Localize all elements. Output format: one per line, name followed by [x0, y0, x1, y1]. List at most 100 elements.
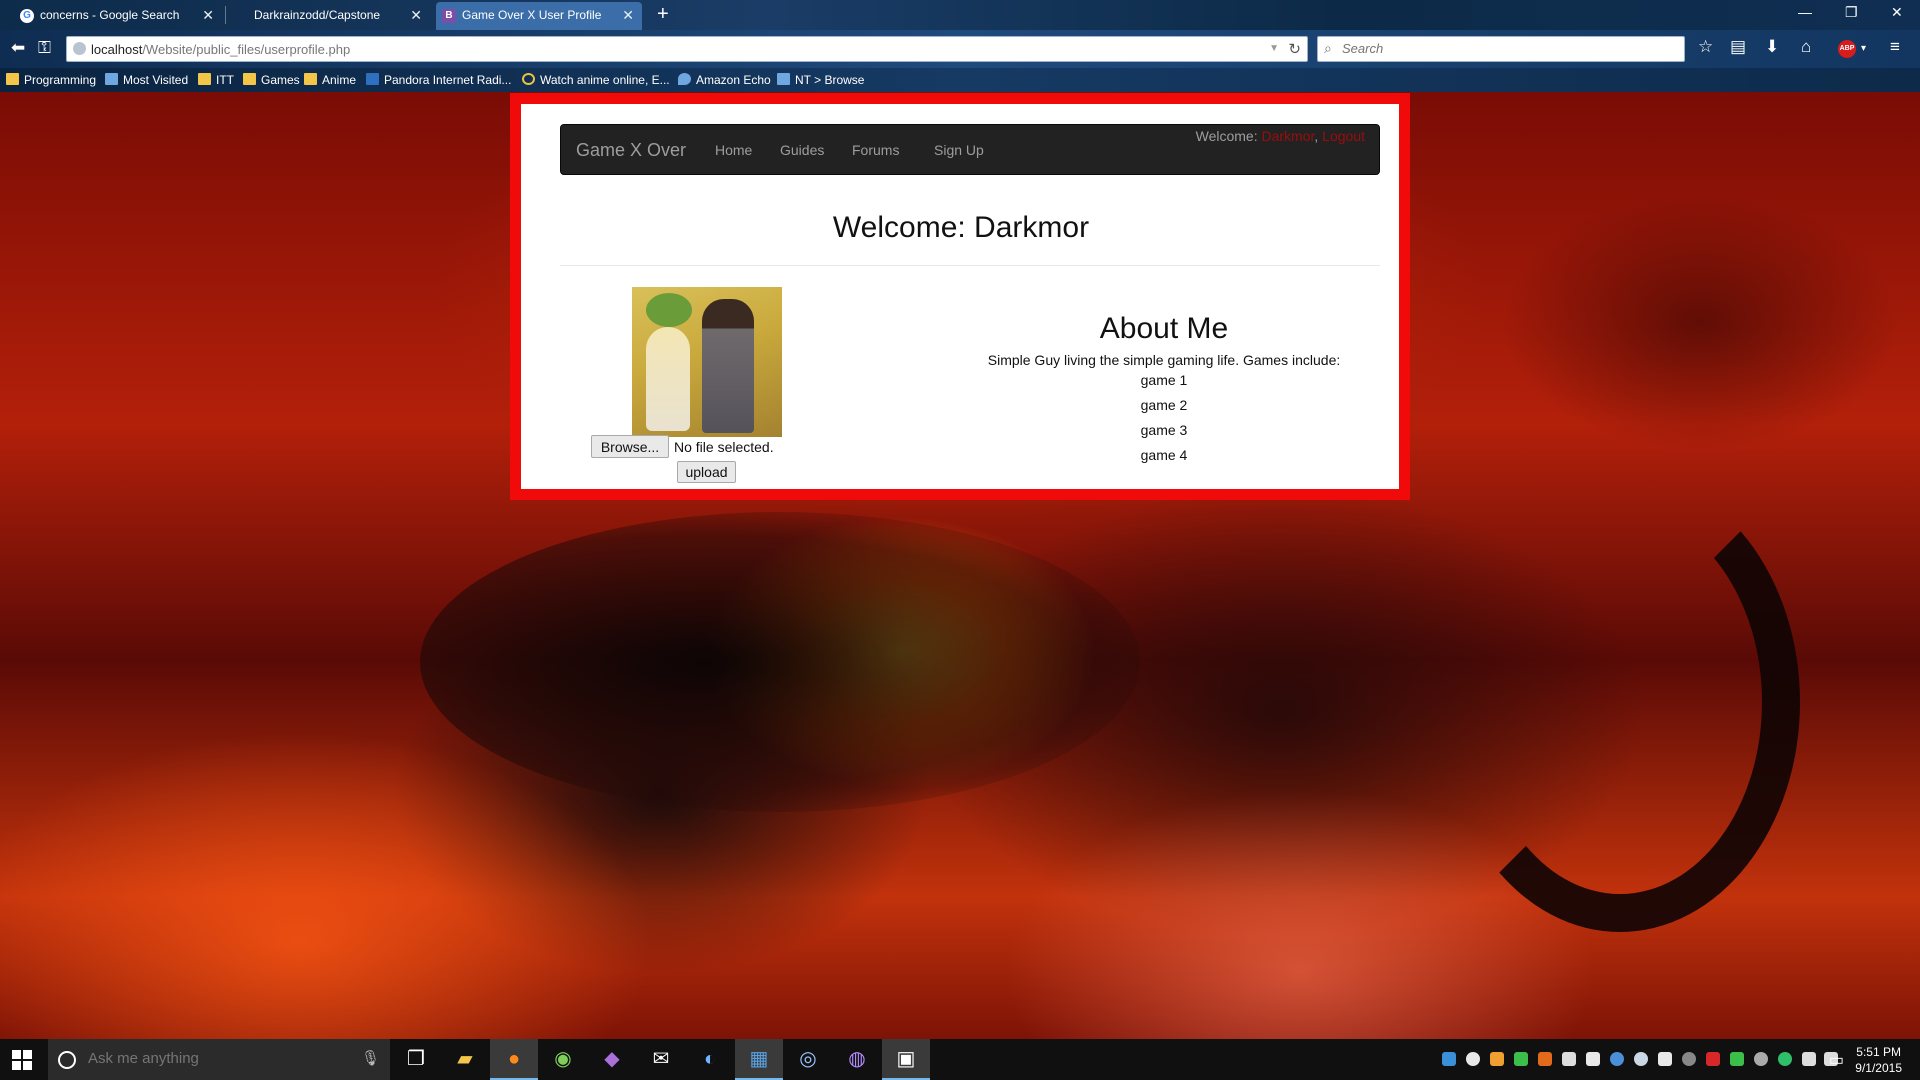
- avatar-image: [632, 287, 782, 437]
- tab-capstone[interactable]: Darkrainzodd/Capstone ✕: [228, 2, 430, 30]
- discord-icon[interactable]: ◍: [833, 1039, 881, 1080]
- bookmark-amazon-echo[interactable]: Amazon Echo: [678, 73, 771, 87]
- sql-app-icon[interactable]: ▦: [735, 1039, 783, 1080]
- bookmark-nt-browse[interactable]: NT > Browse: [777, 73, 864, 87]
- maximize-icon[interactable]: ❐: [1845, 4, 1858, 21]
- tray-google-drive-icon[interactable]: [1730, 1052, 1744, 1066]
- folder-icon: [6, 73, 19, 85]
- bookmark-anime[interactable]: Anime: [304, 73, 356, 87]
- game-list-item: game 4: [1140, 447, 1188, 463]
- tray-app-icon[interactable]: [1778, 1052, 1792, 1066]
- welcome-user-header: Welcome: Darkmor, Logout: [1195, 128, 1365, 144]
- network-icon[interactable]: [1802, 1052, 1816, 1066]
- tray-app-icon[interactable]: [1538, 1052, 1552, 1066]
- dragon-wing-shape: [1500, 192, 1900, 452]
- tray-app-icon[interactable]: [1586, 1052, 1600, 1066]
- start-windows-icon[interactable]: [12, 1050, 32, 1070]
- site-brand-link[interactable]: Game X Over: [576, 140, 686, 161]
- cortana-icon: [58, 1051, 76, 1069]
- notifications-icon[interactable]: ▭: [1829, 1050, 1844, 1070]
- close-tab-icon[interactable]: ✕: [622, 7, 634, 24]
- browse-file-button[interactable]: Browse...: [591, 435, 669, 458]
- url-text[interactable]: localhost/Website/public_files/userprofi…: [91, 42, 350, 57]
- profile-panel: Game X Over Home Guides Forums Sign Up W…: [510, 93, 1410, 500]
- figure-girl-shape: [646, 327, 690, 431]
- nav-signup-link[interactable]: Sign Up: [934, 142, 984, 158]
- tray-app-icon[interactable]: [1610, 1052, 1624, 1066]
- adblock-dropdown-icon[interactable]: ▾: [1861, 43, 1866, 54]
- adblock-icon[interactable]: ABP: [1838, 40, 1856, 58]
- nav-home-link[interactable]: Home: [715, 142, 752, 158]
- reload-icon[interactable]: ↻: [1288, 40, 1301, 58]
- site-info-icon[interactable]: [73, 42, 86, 55]
- bookmark-itt[interactable]: ITT: [198, 73, 234, 87]
- tray-app-icon[interactable]: [1658, 1052, 1672, 1066]
- minimize-icon[interactable]: —: [1798, 4, 1812, 20]
- mail-icon[interactable]: ✉: [637, 1039, 685, 1080]
- tray-vlc-icon[interactable]: [1490, 1052, 1504, 1066]
- home-icon[interactable]: ⌂: [1801, 37, 1811, 57]
- bookmark-most-visited[interactable]: Most Visited: [105, 73, 188, 87]
- tab-google-search[interactable]: G concerns - Google Search ✕: [14, 2, 222, 30]
- tab-label: concerns - Google Search: [40, 8, 180, 22]
- nav-guides-link[interactable]: Guides: [780, 142, 824, 158]
- downloads-icon[interactable]: ⬇: [1765, 37, 1779, 57]
- nav-forums-link[interactable]: Forums: [852, 142, 899, 158]
- bookmark-pandora[interactable]: Pandora Internet Radi...: [366, 73, 511, 87]
- tab-user-profile[interactable]: B Game Over X User Profile ✕: [436, 2, 642, 30]
- browser-search-box[interactable]: ⌕: [1317, 36, 1685, 62]
- system-clock[interactable]: 5:51 PM 9/1/2015: [1855, 1044, 1902, 1076]
- menu-icon[interactable]: ≡: [1890, 37, 1900, 57]
- pandora-icon: [366, 73, 379, 85]
- browser-tab-bar: G concerns - Google Search ✕ Darkrainzod…: [0, 0, 1920, 30]
- task-view-icon[interactable]: ❐: [392, 1039, 440, 1080]
- browser-search-input[interactable]: [1342, 41, 1672, 56]
- dragon-body-shape: [420, 512, 1140, 812]
- close-tab-icon[interactable]: ✕: [202, 7, 214, 24]
- identity-key-icon[interactable]: ⚿: [38, 38, 51, 58]
- steam-icon[interactable]: ◎: [784, 1039, 832, 1080]
- tray-steam-icon[interactable]: [1634, 1052, 1648, 1066]
- bookmarks-toolbar: Programming Most Visited ITT Games Anime…: [0, 68, 1920, 92]
- tray-onedrive-icon[interactable]: [1466, 1052, 1480, 1066]
- browser-nav-bar: ⬅ ⚿ localhost/Website/public_files/userp…: [0, 30, 1920, 68]
- bookmark-programming[interactable]: Programming: [6, 73, 96, 87]
- url-bar[interactable]: localhost/Website/public_files/userprofi…: [66, 36, 1308, 62]
- reading-list-icon[interactable]: ▤: [1730, 37, 1746, 57]
- leaf-umbrella-shape: [646, 293, 692, 327]
- tray-app-icon[interactable]: [1682, 1052, 1696, 1066]
- dragon-tail-shape: [1440, 472, 1800, 932]
- bookmark-star-icon[interactable]: ☆: [1698, 37, 1713, 57]
- url-dropdown-icon[interactable]: ▼: [1269, 43, 1279, 54]
- about-me-heading: About Me: [1099, 312, 1229, 345]
- figure-boy-shape: [702, 299, 754, 433]
- close-window-icon[interactable]: ✕: [1891, 4, 1903, 21]
- visual-studio-icon[interactable]: ◆: [588, 1039, 636, 1080]
- page-icon: [777, 73, 790, 85]
- file-explorer-icon[interactable]: ▰: [441, 1039, 489, 1080]
- tray-utorrent-icon[interactable]: [1514, 1052, 1528, 1066]
- microphone-icon[interactable]: 🎙: [361, 1049, 380, 1067]
- cortana-search-box[interactable]: 🎙: [48, 1039, 390, 1080]
- username-link[interactable]: Darkmor: [1261, 128, 1314, 144]
- bookmark-watch-anime[interactable]: Watch anime online, E...: [522, 73, 670, 87]
- upload-button[interactable]: upload: [677, 461, 736, 483]
- divider: [560, 265, 1380, 266]
- windows-taskbar: 🎙 ❐ ▰ ● ◉ ◆ ✉ ◐ ▦ ◎ ◍ ▣ ▭ 5:51 PM 9/1/20…: [0, 1039, 1920, 1080]
- tray-app-icon[interactable]: [1562, 1052, 1576, 1066]
- paint-app-icon[interactable]: ▣: [882, 1039, 930, 1080]
- close-tab-icon[interactable]: ✕: [410, 7, 422, 24]
- page-title: Welcome: Darkmor: [832, 211, 1090, 244]
- android-studio-icon[interactable]: ◉: [539, 1039, 587, 1080]
- search-icon: ⌕: [1324, 40, 1332, 56]
- tray-dropbox-icon[interactable]: [1442, 1052, 1456, 1066]
- steam-like-icon[interactable]: ◐: [686, 1039, 734, 1080]
- firefox-icon[interactable]: ●: [490, 1039, 538, 1080]
- logout-link[interactable]: Logout: [1322, 128, 1365, 144]
- tray-app-icon[interactable]: [1706, 1052, 1720, 1066]
- new-tab-button[interactable]: +: [657, 3, 669, 26]
- cortana-search-input[interactable]: [88, 1050, 348, 1067]
- tray-app-icon[interactable]: [1754, 1052, 1768, 1066]
- back-icon[interactable]: ⬅: [11, 38, 25, 58]
- bookmark-games[interactable]: Games: [243, 73, 300, 87]
